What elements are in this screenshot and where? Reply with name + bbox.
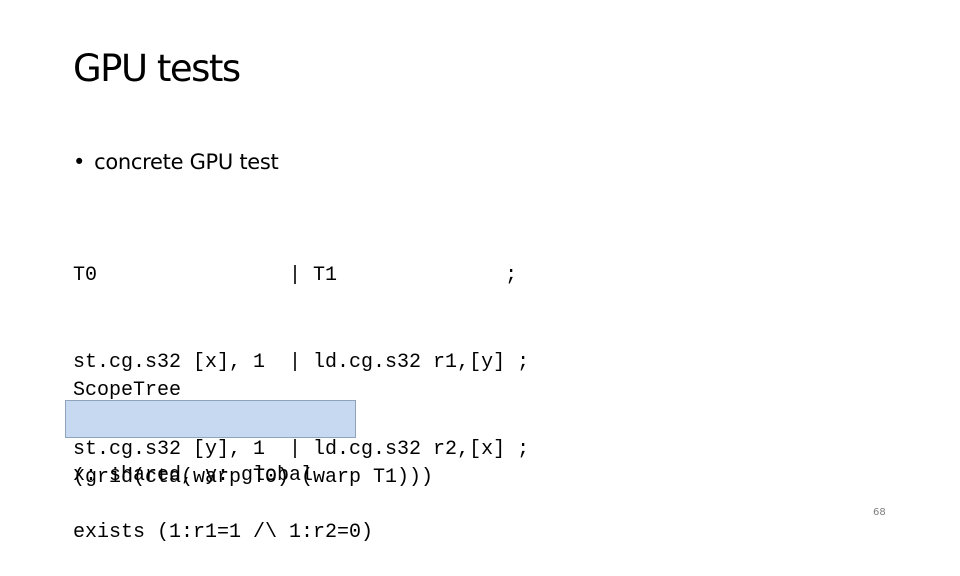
page-number: 68 xyxy=(873,507,886,518)
bullet-marker: • xyxy=(73,150,86,174)
bullet-text: concrete GPU test xyxy=(94,150,279,174)
bullet-item: • concrete GPU test xyxy=(73,147,279,177)
final-condition-code: exists (1:r1=1 /\ 1:r2=0) xyxy=(73,460,373,576)
final-condition-text: exists (1:r1=1 /\ 1:r2=0) xyxy=(73,521,374,544)
slide-title: GPU tests xyxy=(73,47,241,90)
code-line-threads: T0 | T1 ; xyxy=(73,264,518,287)
